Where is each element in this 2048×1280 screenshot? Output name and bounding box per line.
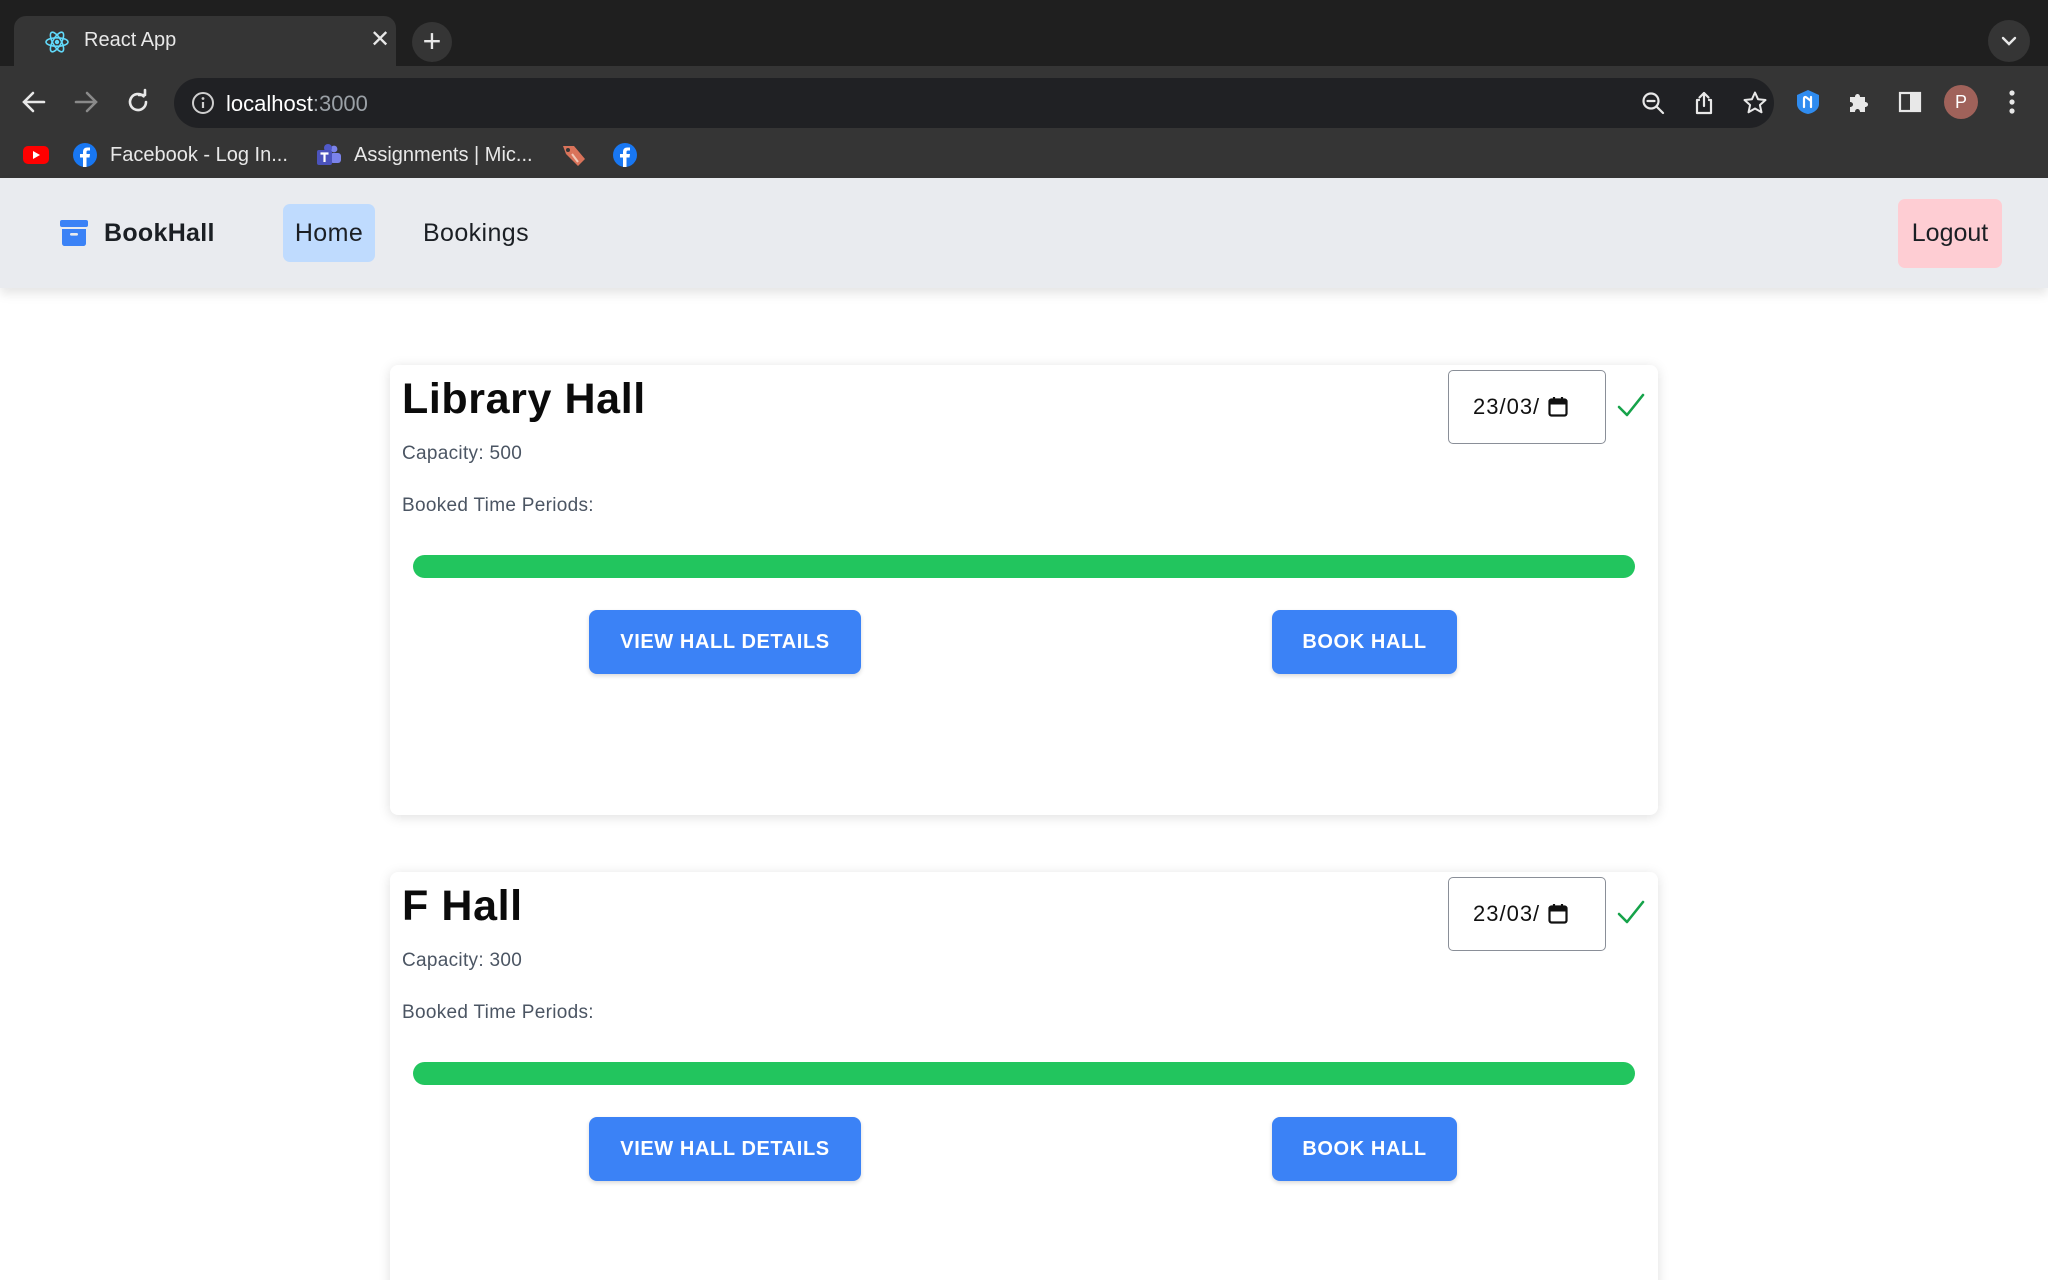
book-hall-button[interactable]: BOOK HALL [1272, 1117, 1457, 1181]
puzzle-icon [1850, 94, 1868, 112]
booked-time-periods-label: Booked Time Periods: [402, 1002, 594, 1023]
star-icon [1743, 91, 1767, 114]
hall-card: F Hall Capacity: 300 Booked Time Periods… [390, 872, 1658, 1280]
availability-bar [413, 555, 1635, 578]
url-port: :3000 [312, 91, 368, 116]
avatar: P [1944, 85, 1978, 119]
url-host: localhost [226, 91, 313, 116]
browser-menu-button[interactable] [1990, 80, 2034, 124]
bookmark-teams[interactable]: Assignments | Mic... [316, 140, 533, 170]
hall-capacity: Capacity: 500 [402, 443, 523, 464]
facebook-icon [73, 143, 97, 167]
reload-icon [128, 88, 148, 112]
bookmark-star-button[interactable] [1740, 88, 1770, 118]
side-panel-icon [1898, 91, 1922, 113]
hall-name: Library Hall [402, 375, 646, 423]
date-value: 23/03/ [1473, 394, 1541, 419]
bookmarks-bar: Facebook - Log In... Assignments | Mic..… [0, 130, 2048, 178]
bookmark-tag-icon [563, 146, 585, 166]
browser-tabstrip: React App ✕ + [0, 0, 2048, 66]
navbar: BookHall Home Bookings Logout [0, 178, 2048, 288]
youtube-icon [23, 146, 49, 164]
site-info-icon[interactable] [190, 90, 216, 116]
chevron-down-icon [2001, 36, 2017, 46]
view-hall-details-button[interactable]: VIEW HALL DETAILS [589, 1117, 861, 1181]
back-button[interactable] [12, 80, 56, 124]
arrow-left-icon [22, 91, 46, 113]
bookmark-tag[interactable] [560, 140, 588, 170]
browser-tab[interactable]: React App ✕ [14, 16, 396, 66]
new-tab-button[interactable]: + [412, 22, 452, 62]
archive-box-icon [60, 220, 88, 246]
check-icon [1617, 393, 1645, 417]
profile-button[interactable]: P [1939, 80, 1983, 124]
book-hall-button[interactable]: BOOK HALL [1272, 610, 1457, 674]
zoom-out-icon [1642, 92, 1665, 115]
url-text: localhost:3000 [226, 91, 368, 117]
address-bar[interactable]: localhost:3000 [174, 78, 1774, 128]
date-input[interactable]: 23/03/ [1448, 877, 1606, 951]
teams-icon [317, 144, 341, 165]
logout-button[interactable]: Logout [1898, 199, 2002, 268]
app-viewport: BookHall Home Bookings Logout Library Ha… [0, 178, 2048, 1280]
view-hall-details-button[interactable]: VIEW HALL DETAILS [589, 610, 861, 674]
bookmark-youtube[interactable] [22, 140, 50, 170]
check-icon [1617, 900, 1645, 924]
bookmark-label: Assignments | Mic... [354, 143, 533, 166]
reload-button[interactable] [116, 80, 160, 124]
hall-name: F Hall [402, 882, 523, 930]
tab-title: React App [84, 29, 177, 51]
bookmark-label: Facebook - Log In... [110, 143, 288, 166]
bookmark-facebook-2[interactable] [612, 140, 638, 170]
brand-name: BookHall [104, 218, 215, 247]
zoom-button[interactable] [1638, 88, 1668, 118]
more-vert-icon [2009, 90, 2015, 114]
calendar-icon[interactable] [1548, 396, 1568, 418]
calendar-icon[interactable] [1548, 903, 1568, 925]
share-button[interactable] [1689, 88, 1719, 118]
tab-search-button[interactable] [1988, 20, 2030, 62]
react-icon [45, 31, 69, 53]
date-input[interactable]: 23/03/ [1448, 370, 1606, 444]
forward-button[interactable] [64, 80, 108, 124]
hall-card: Library Hall Capacity: 500 Booked Time P… [390, 365, 1658, 815]
booked-time-periods-label: Booked Time Periods: [402, 495, 594, 516]
extension-shield-icon [1797, 90, 1819, 114]
extensions-menu-button[interactable] [1837, 80, 1881, 124]
availability-bar [413, 1062, 1635, 1085]
arrow-right-icon [74, 91, 98, 113]
date-value: 23/03/ [1473, 901, 1541, 926]
brand[interactable]: BookHall [58, 218, 215, 248]
facebook-icon [613, 143, 637, 167]
nav-home[interactable]: Home [283, 204, 375, 262]
side-panel-button[interactable] [1888, 80, 1932, 124]
extension-button[interactable] [1786, 80, 1830, 124]
nav-bookings[interactable]: Bookings [410, 204, 542, 262]
close-tab-icon[interactable]: ✕ [370, 28, 390, 52]
hall-capacity: Capacity: 300 [402, 950, 523, 971]
share-icon [1695, 91, 1713, 115]
bookmark-facebook[interactable]: Facebook - Log In... [72, 140, 288, 170]
